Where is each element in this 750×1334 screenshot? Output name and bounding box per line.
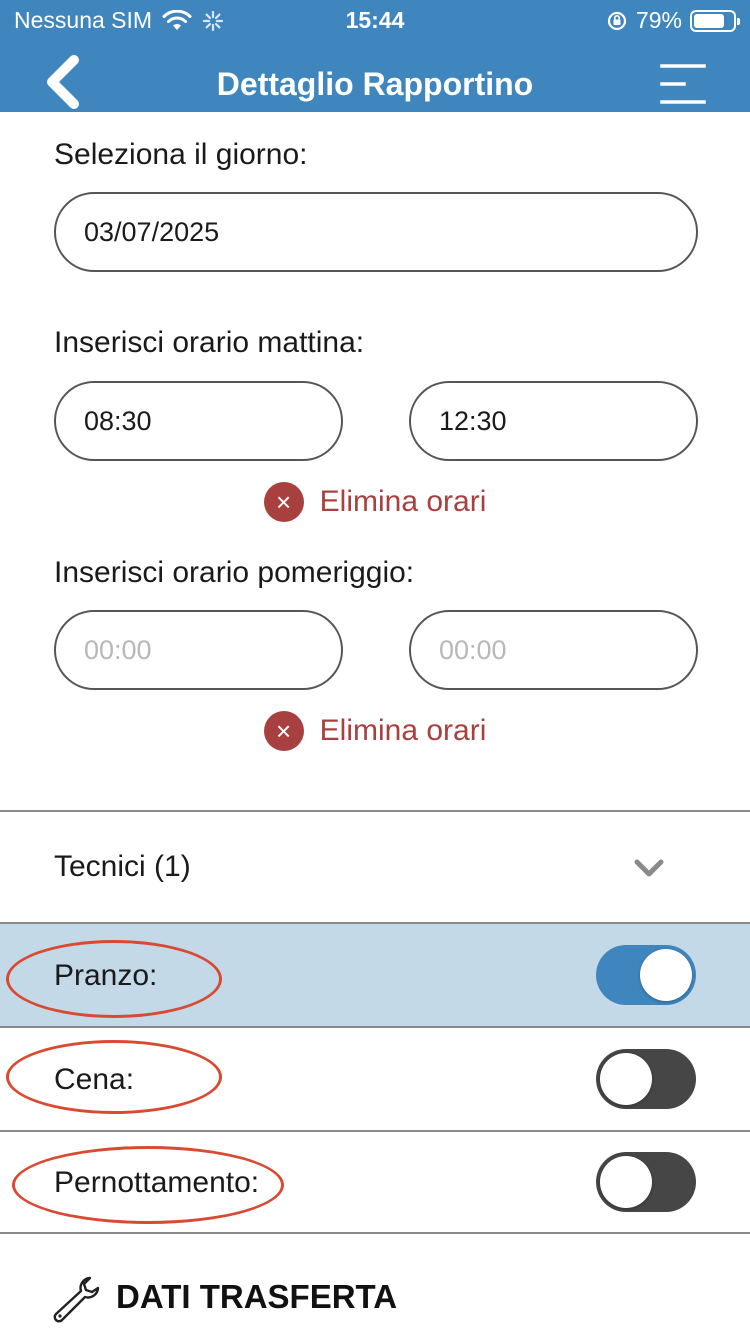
morning-end-field[interactable]: 12:30	[409, 381, 698, 461]
morning-delete-label: Elimina orari	[319, 485, 487, 518]
day-field[interactable]: 03/07/2025	[54, 192, 698, 272]
menu-button[interactable]	[660, 62, 706, 106]
day-value: 03/07/2025	[84, 216, 220, 247]
pranzo-toggle[interactable]	[596, 945, 696, 1005]
afternoon-end-field[interactable]: 00:00	[409, 610, 698, 690]
morning-start-value: 08:30	[84, 405, 152, 436]
section-title: DATI TRASFERTA	[116, 1278, 398, 1315]
day-label: Seleziona il giorno:	[54, 138, 308, 171]
nav-bar: Dettaglio Rapportino	[0, 40, 750, 112]
close-circle-icon: ×	[263, 711, 304, 751]
technicians-label: Tecnici (1)	[54, 850, 191, 883]
battery-percent: 79%	[635, 7, 682, 33]
afternoon-end-placeholder: 00:00	[439, 634, 507, 665]
afternoon-label: Inserisci orario pomeriggio:	[54, 556, 415, 589]
morning-start-field[interactable]: 08:30	[54, 381, 343, 461]
status-bar: Nessuna SIM 15:44 79%	[0, 0, 750, 40]
menu-icon	[660, 64, 706, 104]
pranzo-label: Pranzo:	[54, 959, 158, 992]
page-title: Dettaglio Rapportino	[216, 66, 534, 102]
toggle-row-cena: Cena:	[0, 1028, 750, 1130]
toggle-knob	[600, 1156, 652, 1208]
status-right: 79%	[606, 7, 740, 34]
technicians-row[interactable]: Tecnici (1)	[0, 812, 750, 922]
afternoon-start-placeholder: 00:00	[84, 634, 152, 665]
battery-fill	[694, 13, 725, 28]
orientation-lock-icon	[607, 11, 627, 30]
chevron-down-icon	[634, 859, 664, 877]
pernottamento-label: Pernottamento:	[54, 1166, 260, 1199]
toggle-row-pernottamento: Pernottamento:	[0, 1132, 750, 1232]
divider	[0, 1232, 750, 1234]
afternoon-start-field[interactable]: 00:00	[54, 610, 343, 690]
toggle-row-pranzo: Pranzo:	[0, 924, 750, 1026]
morning-delete-button[interactable]: × Elimina orari	[0, 480, 750, 524]
toggle-knob	[640, 949, 692, 1001]
afternoon-delete-label: Elimina orari	[319, 714, 487, 747]
cena-label: Cena:	[54, 1063, 135, 1096]
pernottamento-toggle[interactable]	[596, 1152, 696, 1212]
close-circle-icon: ×	[263, 482, 304, 522]
morning-label: Inserisci orario mattina:	[54, 326, 365, 359]
toggle-knob	[600, 1053, 652, 1105]
afternoon-delete-button[interactable]: × Elimina orari	[0, 709, 750, 753]
top-bar: Nessuna SIM 15:44 79% Dettaglio Rapporti…	[0, 0, 750, 112]
cena-toggle[interactable]	[596, 1049, 696, 1109]
battery-icon	[690, 9, 740, 32]
morning-end-value: 12:30	[439, 405, 507, 436]
wrench-icon	[53, 1276, 100, 1323]
